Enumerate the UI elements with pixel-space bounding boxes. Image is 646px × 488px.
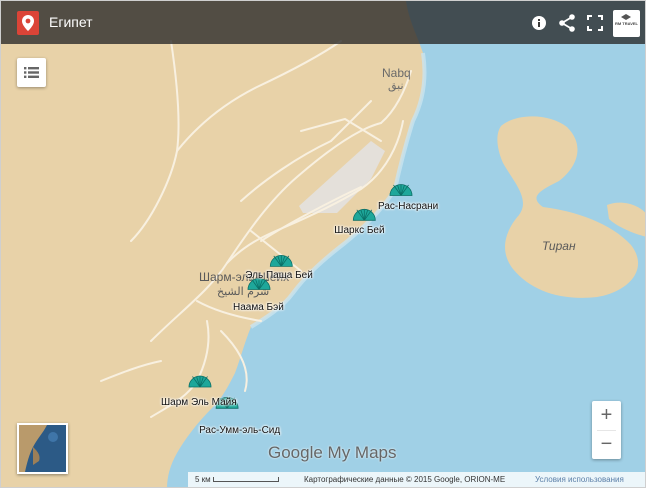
- legend-button[interactable]: [17, 58, 46, 87]
- map-attribution: Картографические данные © 2015 Google, O…: [304, 475, 506, 484]
- place-label-nabq-latin: Nabq: [382, 66, 411, 80]
- satellite-toggle[interactable]: [17, 423, 68, 474]
- list-icon: [24, 67, 39, 78]
- terms-link[interactable]: Условия использования: [535, 475, 624, 484]
- scale-bar: [213, 477, 279, 482]
- zoom-out-button[interactable]: −: [592, 430, 621, 459]
- marker-label[interactable]: Шаркс Бей: [334, 225, 384, 236]
- marker-label[interactable]: Эль Паша Бей: [245, 270, 313, 281]
- place-label-nabq-arabic: نبق: [388, 79, 404, 93]
- zoom-in-button[interactable]: +: [592, 401, 621, 430]
- brand-logo-text: RM TRAVEL: [614, 21, 639, 26]
- map-header: Египет RM TRAVEL: [1, 1, 645, 44]
- fullscreen-icon[interactable]: [585, 13, 605, 33]
- scale-label: 5 км: [195, 475, 211, 484]
- map-frame: Nabq نبق Шарм-эль-Шейх شرم الشيخ Тиран Е…: [0, 0, 646, 488]
- brand-logo[interactable]: RM TRAVEL: [613, 10, 640, 37]
- info-icon[interactable]: [529, 13, 549, 33]
- map-footer: 5 км Картографические данные © 2015 Goog…: [188, 472, 645, 487]
- satellite-thumbnail-image: [19, 425, 66, 472]
- google-my-maps-watermark: Google My Maps: [268, 443, 397, 462]
- map-canvas[interactable]: Nabq نبق Шарм-эль-Шейх شرم الشيخ Тиран: [1, 1, 646, 488]
- share-icon[interactable]: [557, 13, 577, 33]
- marker-label[interactable]: Рас-Умм-эль-Сид: [199, 425, 280, 436]
- zoom-control: + −: [592, 401, 621, 459]
- marker-label[interactable]: Наама Бэй: [233, 302, 284, 313]
- place-label-tiran: Тиран: [542, 239, 576, 253]
- map-pin-icon[interactable]: [17, 11, 39, 35]
- marker-label[interactable]: Рас-Насрани: [378, 201, 438, 212]
- marker-label[interactable]: Шарм Эль Майя: [161, 397, 237, 408]
- map-title[interactable]: Египет: [49, 14, 93, 30]
